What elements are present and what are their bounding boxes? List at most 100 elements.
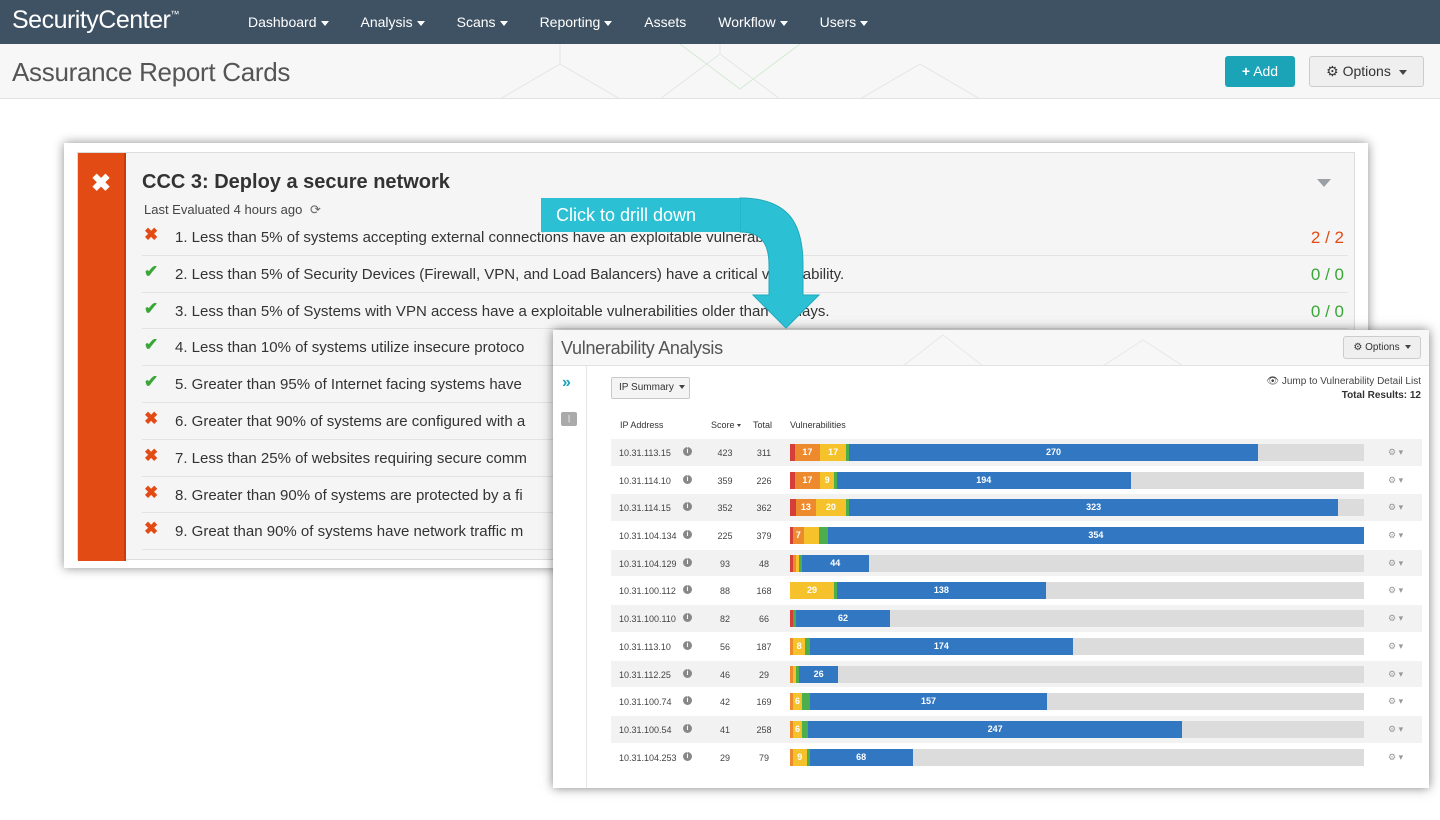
row-actions-gear-icon[interactable]: ⚙ ▾ xyxy=(1388,530,1403,541)
row-actions-gear-icon[interactable]: ⚙ ▾ xyxy=(1388,752,1403,763)
ip-address[interactable]: 10.31.114.15 xyxy=(619,503,671,513)
table-row[interactable]: 10.31.113.10 i 56 187 8 174 ⚙ ▾ xyxy=(611,631,1422,660)
vulnerability-bar[interactable]: 17 9 194 xyxy=(790,471,1364,489)
info-icon[interactable]: i xyxy=(683,585,692,595)
bar-segment-info[interactable]: 323 xyxy=(849,499,1339,517)
bar-segment-info[interactable]: 354 xyxy=(827,527,1364,545)
table-row[interactable]: 10.31.100.74 i 42 169 6 157 ⚙ ▾ xyxy=(611,687,1422,715)
table-row[interactable]: 10.31.104.134 i 225 379 7 354 ⚙ ▾ xyxy=(611,521,1422,549)
bar-segment-high[interactable]: 17 xyxy=(794,444,821,461)
collapse-toggle-icon[interactable] xyxy=(1317,179,1331,187)
row-actions-gear-icon[interactable]: ⚙ ▾ xyxy=(1388,447,1403,458)
column-header-score[interactable]: Score xyxy=(711,420,741,430)
nav-dashboard[interactable]: Dashboard xyxy=(232,0,345,44)
bar-segment-high[interactable]: 17 xyxy=(794,471,821,489)
table-row[interactable]: 10.31.114.10 i 359 226 17 9 194 ⚙ ▾ xyxy=(611,465,1422,494)
bar-segment-high[interactable]: 7 xyxy=(793,527,804,545)
nav-workflow[interactable]: Workflow xyxy=(702,0,803,44)
row-actions-gear-icon[interactable]: ⚙ ▾ xyxy=(1388,669,1403,680)
table-row[interactable]: 10.31.100.110 i 82 66 62 ⚙ ▾ xyxy=(611,604,1422,632)
column-header-ip[interactable]: IP Address xyxy=(620,420,663,430)
vulnerability-bar[interactable]: 26 xyxy=(790,665,1364,683)
bar-segment-info[interactable]: 157 xyxy=(809,693,1048,711)
filter-icon[interactable]: | xyxy=(561,412,577,426)
bar-segment-medium[interactable]: 17 xyxy=(820,444,846,461)
nav-analysis[interactable]: Analysis xyxy=(345,0,441,44)
bar-segment-info[interactable]: 138 xyxy=(836,582,1046,600)
table-row[interactable]: 10.31.104.253 i 29 79 9 68 ⚙ ▾ xyxy=(611,742,1422,771)
vulnerability-bar[interactable]: 13 20 323 xyxy=(790,499,1364,517)
ip-address[interactable]: 10.31.100.110 xyxy=(619,614,676,624)
row-actions-gear-icon[interactable]: ⚙ ▾ xyxy=(1388,585,1403,596)
bar-segment-medium[interactable]: 9 xyxy=(820,471,834,489)
add-button[interactable]: + Add xyxy=(1225,56,1295,87)
table-row[interactable]: 10.31.113.15 i 423 311 17 17 270 ⚙ ▾ xyxy=(611,438,1422,466)
vulnerability-bar[interactable]: 6 247 xyxy=(790,720,1364,738)
table-row[interactable]: 10.31.104.129 i 93 48 44 ⚙ ▾ xyxy=(611,548,1422,577)
nav-reporting[interactable]: Reporting xyxy=(524,0,629,44)
column-header-total[interactable]: Total xyxy=(753,420,772,430)
bar-segment-info[interactable]: 62 xyxy=(796,610,890,628)
bar-segment-info[interactable]: 44 xyxy=(802,554,869,572)
tool-select[interactable]: IP Summary xyxy=(611,377,690,399)
options-button[interactable]: ⚙ Options xyxy=(1309,56,1424,87)
refresh-icon[interactable]: ⟳ xyxy=(310,202,321,217)
bar-segment-medium[interactable]: 8 xyxy=(793,637,806,655)
ip-address[interactable]: 10.31.104.129 xyxy=(619,559,677,569)
info-icon[interactable]: i xyxy=(683,502,692,512)
vulnerability-bar[interactable]: 17 17 270 xyxy=(790,444,1364,461)
table-row[interactable]: 10.31.114.15 i 352 362 13 20 323 ⚙ ▾ xyxy=(611,493,1422,522)
info-icon[interactable]: i xyxy=(683,557,692,567)
bar-segment-info[interactable]: 68 xyxy=(809,748,913,766)
vulnerability-bar[interactable]: 29 138 xyxy=(790,582,1364,600)
row-actions-gear-icon[interactable]: ⚙ ▾ xyxy=(1388,502,1403,513)
info-icon[interactable]: i xyxy=(683,668,692,678)
info-icon[interactable]: i xyxy=(683,613,692,623)
info-icon[interactable]: i xyxy=(683,696,692,706)
vulnerability-bar[interactable]: 6 157 xyxy=(790,693,1364,711)
row-actions-gear-icon[interactable]: ⚙ ▾ xyxy=(1388,613,1403,624)
row-actions-gear-icon[interactable]: ⚙ ▾ xyxy=(1388,475,1403,486)
table-row[interactable]: 10.31.100.54 i 41 258 6 247 ⚙ ▾ xyxy=(611,714,1422,743)
ip-address[interactable]: 10.31.114.10 xyxy=(619,476,671,486)
ip-address[interactable]: 10.31.100.74 xyxy=(619,697,672,707)
requirement-row[interactable]: ✔ 3. Less than 5% of Systems with VPN acc… xyxy=(142,293,1348,330)
row-actions-gear-icon[interactable]: ⚙ ▾ xyxy=(1388,641,1403,652)
table-row[interactable]: 10.31.112.25 i 46 29 26 ⚙ ▾ xyxy=(611,659,1422,688)
app-logo[interactable]: SecurityCenter™ xyxy=(12,6,179,35)
panel-options-button[interactable]: ⚙ Options xyxy=(1343,336,1421,359)
bar-segment-info[interactable]: 174 xyxy=(809,637,1074,655)
vulnerability-bar[interactable]: 62 xyxy=(790,610,1364,628)
bar-segment-medium[interactable]: 9 xyxy=(793,748,807,766)
bar-segment-info[interactable]: 247 xyxy=(808,720,1183,738)
info-icon[interactable]: i xyxy=(683,723,692,733)
expand-sidebar-icon[interactable]: » xyxy=(562,374,571,392)
info-icon[interactable]: i xyxy=(683,447,692,456)
bar-segment-medium[interactable]: 6 xyxy=(793,720,803,738)
bar-segment-medium[interactable]: 29 xyxy=(790,582,834,600)
info-icon[interactable]: i xyxy=(683,640,692,650)
bar-segment-info[interactable]: 26 xyxy=(799,665,839,683)
table-row[interactable]: 10.31.100.112 i 88 168 29 138 ⚙ ▾ xyxy=(611,576,1422,604)
nav-scans[interactable]: Scans xyxy=(441,0,524,44)
jump-to-detail-link[interactable]: 👁 Jump to Vulnerability Detail List xyxy=(1266,376,1421,387)
nav-assets[interactable]: Assets xyxy=(628,0,702,44)
requirement-row[interactable]: ✖ 1. Less than 5% of systems accepting ex… xyxy=(142,219,1348,256)
bar-segment-medium[interactable]: 6 xyxy=(793,693,803,711)
ip-address[interactable]: 10.31.100.112 xyxy=(619,586,676,596)
bar-segment-info[interactable]: 270 xyxy=(849,444,1258,461)
nav-users[interactable]: Users xyxy=(804,0,885,44)
ip-address[interactable]: 10.31.113.15 xyxy=(619,448,671,458)
row-actions-gear-icon[interactable]: ⚙ ▾ xyxy=(1388,558,1403,569)
bar-segment-low[interactable] xyxy=(818,527,828,545)
ip-address[interactable]: 10.31.113.10 xyxy=(619,642,671,652)
info-icon[interactable]: i xyxy=(683,751,692,761)
bar-segment-info[interactable]: 194 xyxy=(836,471,1131,489)
bar-segment-medium[interactable] xyxy=(803,527,819,545)
bar-segment-medium[interactable]: 20 xyxy=(815,499,847,517)
bar-segment-high[interactable]: 13 xyxy=(796,499,816,517)
vulnerability-bar[interactable]: 44 xyxy=(790,554,1364,572)
bar-segment-low[interactable] xyxy=(802,693,810,711)
ip-address[interactable]: 10.31.104.134 xyxy=(619,531,677,541)
ip-address[interactable]: 10.31.100.54 xyxy=(619,725,672,735)
